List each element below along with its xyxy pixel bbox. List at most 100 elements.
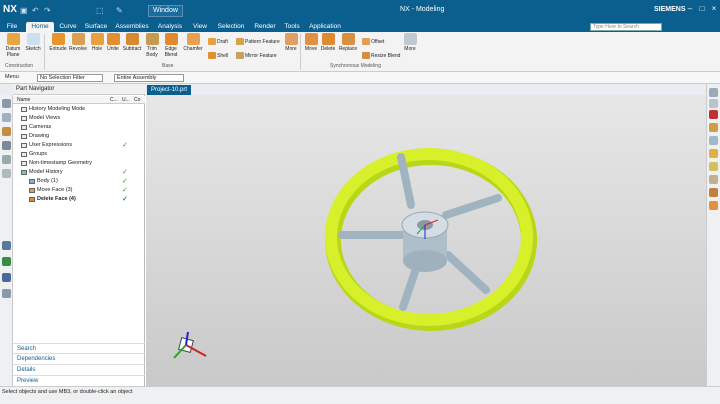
command-search-input[interactable]: Type Here to Search (590, 23, 662, 31)
nx-icon[interactable] (709, 110, 718, 119)
cameras-icon (21, 125, 27, 130)
constraint-navigator-icon[interactable] (2, 127, 11, 136)
model-history-icon (21, 170, 27, 175)
tree-row[interactable]: Non-timestamp Geometry (13, 159, 145, 168)
redo-icon[interactable]: ↷ (44, 6, 51, 15)
tree-row[interactable]: Move Face (3) ✓ (13, 186, 145, 195)
kf-icon[interactable] (2, 273, 11, 282)
tree-row[interactable]: History Modeling Mode (13, 105, 145, 114)
tree-row[interactable]: Drawing (13, 132, 145, 141)
sync-more-button[interactable]: More (402, 33, 418, 52)
revolve-button[interactable]: Revolve (68, 33, 88, 52)
wireframe-icon[interactable] (709, 123, 718, 132)
save-icon[interactable]: ▣ (20, 6, 28, 15)
chamfer-icon (186, 33, 200, 45)
hub-bottom (403, 250, 447, 272)
tab-curve[interactable]: Curve (56, 22, 80, 32)
tree-row[interactable]: Model Views (13, 114, 145, 123)
pattern-feature-button[interactable]: Pattern Feature (236, 38, 280, 45)
status-message: Select objects and use MB3, or double-cl… (2, 389, 133, 395)
clock-icon[interactable] (2, 241, 11, 250)
touch-icon[interactable]: ✎ (116, 6, 123, 15)
tree-row[interactable]: Delete Face (4) ✓ (13, 195, 145, 204)
tree-row[interactable]: User Expressions ✓ (13, 141, 145, 150)
trim-body-button[interactable]: Trim Body (144, 33, 160, 58)
column-c[interactable]: C... (110, 96, 118, 104)
minimize-icon[interactable]: – (686, 5, 694, 13)
delete-face-button[interactable]: Delete (319, 33, 337, 52)
draft-button[interactable]: Draft (208, 38, 228, 45)
window-menu[interactable]: Window (148, 5, 183, 17)
close-icon[interactable]: × (710, 5, 718, 13)
tab-analysis[interactable]: Analysis (154, 22, 186, 32)
search-panel[interactable]: Search (13, 343, 145, 353)
document-tab[interactable]: Project-10.prt (147, 85, 192, 95)
menu-button[interactable]: Menu (3, 74, 33, 82)
section-icon[interactable] (709, 149, 718, 158)
hole-icon (90, 33, 104, 45)
expressions-icon (21, 143, 27, 148)
undo-icon[interactable]: ↶ (32, 6, 39, 15)
fit-icon[interactable] (709, 99, 718, 108)
tab-view[interactable]: View (190, 22, 210, 32)
maximize-icon[interactable]: □ (698, 5, 706, 13)
move-face-button[interactable]: Move (303, 33, 319, 52)
tab-render[interactable]: Render (252, 22, 278, 32)
sketch-icon (26, 33, 40, 45)
subtract-icon (125, 33, 139, 45)
shell-button[interactable]: Shell (208, 52, 228, 59)
tree-row[interactable]: Cameras (13, 123, 145, 132)
tree-row[interactable]: Groups (13, 150, 145, 159)
datum-plane-button[interactable]: Datum Plane (4, 33, 22, 58)
tab-home[interactable]: Home (26, 22, 54, 32)
edge-blend-button[interactable]: Edge Blend (162, 33, 180, 58)
tab-surface[interactable]: Surface (82, 22, 110, 32)
process-studio-icon[interactable] (2, 257, 11, 266)
dependencies-panel[interactable]: Dependencies (13, 353, 145, 363)
part-navigator-title: Part Navigator (13, 84, 145, 95)
tab-assemblies[interactable]: Assemblies (114, 22, 150, 32)
details-panel[interactable]: Details (13, 364, 145, 374)
mirror-feature-button[interactable]: Mirror Feature (236, 52, 277, 59)
unite-button[interactable]: Unite (105, 33, 121, 52)
siemens-logo: SIEMENS (654, 6, 686, 13)
web-browser-icon[interactable] (2, 169, 11, 178)
offset-button[interactable]: Offset (362, 38, 384, 45)
history-icon[interactable] (2, 155, 11, 164)
graphics-window[interactable] (146, 95, 706, 386)
preview-panel[interactable]: Preview (13, 375, 145, 385)
column-co[interactable]: Co (134, 96, 140, 104)
background-icon[interactable] (709, 188, 718, 197)
base-more-button[interactable]: More (283, 33, 299, 52)
tab-file[interactable]: File (2, 22, 22, 32)
part-navigator-icon[interactable] (2, 99, 11, 108)
selection-scope-dropdown[interactable]: Entire Assembly (114, 74, 184, 82)
subtract-button[interactable]: Subtract (121, 33, 143, 52)
resize-blend-button[interactable]: Resize Blend (362, 52, 400, 59)
tab-tools[interactable]: Tools (282, 22, 302, 32)
check-icon: ✓ (122, 196, 128, 203)
chamfer-button[interactable]: Chamfer (182, 33, 204, 52)
selection-filter-dropdown[interactable]: No Selection Filter (37, 74, 103, 82)
resize-blend-icon (362, 52, 370, 59)
reuse-library-icon[interactable] (2, 141, 11, 150)
tab-selection[interactable]: Selection (214, 22, 248, 32)
extrude-button[interactable]: Extrude (48, 33, 68, 52)
tree-row[interactable]: Model History ✓ (13, 168, 145, 177)
render-style-icon[interactable] (709, 162, 718, 171)
system-materials-icon[interactable] (2, 289, 11, 298)
selection-icon[interactable]: ⬚ (96, 6, 104, 15)
column-name[interactable]: Name (17, 96, 30, 104)
status-bar: Select objects and use MB3, or double-cl… (0, 386, 720, 404)
layer-icon[interactable] (709, 201, 718, 210)
sketch-button[interactable]: Sketch (24, 33, 42, 52)
replace-face-button[interactable]: Replace (337, 33, 359, 52)
shaded-icon[interactable] (709, 136, 718, 145)
lighting-icon[interactable] (709, 175, 718, 184)
tree-row[interactable]: Body (1) ✓ (13, 177, 145, 186)
column-u[interactable]: U... (122, 96, 130, 104)
assembly-navigator-icon[interactable] (2, 113, 11, 122)
tab-application[interactable]: Application (306, 22, 344, 32)
hole-button[interactable]: Hole (89, 33, 105, 52)
view-cube-icon[interactable] (709, 88, 718, 97)
